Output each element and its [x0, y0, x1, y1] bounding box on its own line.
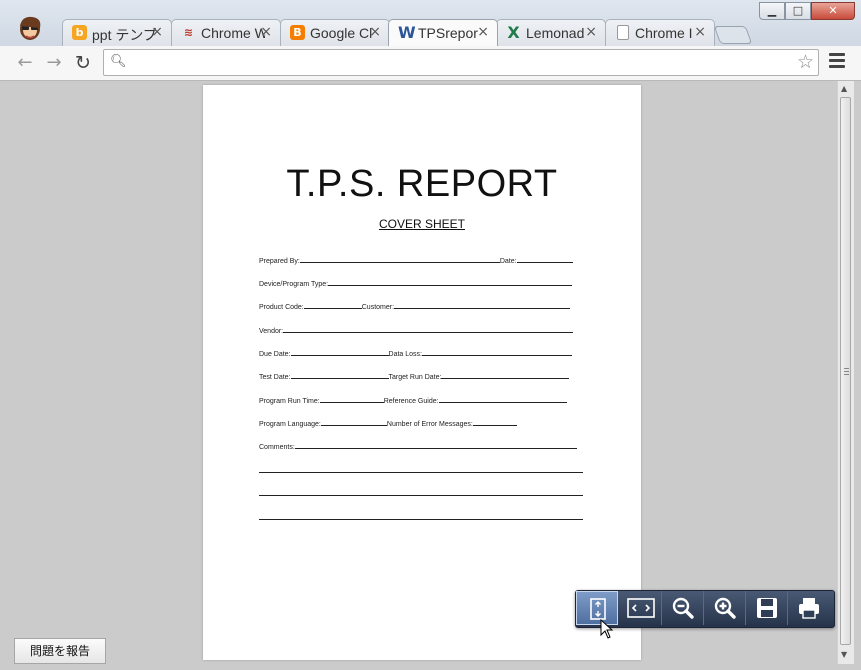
back-arrow-icon[interactable]: ← [14, 52, 36, 74]
document-title: T.P.S. REPORT [286, 163, 558, 205]
document-subtitle: COVER SHEET [378, 217, 465, 231]
menu-icon[interactable] [829, 53, 845, 71]
omnibox[interactable]: 🔍︎ ☆ [103, 49, 819, 76]
field-program-language: Program Language: Number of Error Message… [259, 418, 517, 428]
tab-ppt[interactable]: b ppt テンプ × [62, 19, 172, 46]
close-window-button[interactable]: ✕ [811, 2, 855, 20]
mouse-cursor-icon [600, 619, 614, 639]
close-tab-icon[interactable]: × [151, 24, 163, 40]
pdf-toolbar [575, 590, 835, 628]
blank-page-icon [617, 25, 629, 40]
vertical-scrollbar[interactable]: ▲ ▼ [837, 81, 854, 664]
fit-page-icon [590, 598, 606, 620]
blogger-b-icon: b [72, 25, 87, 40]
scroll-up-arrow-icon[interactable]: ▲ [841, 84, 847, 93]
print-button[interactable] [788, 591, 830, 625]
zoom-in-button[interactable] [704, 591, 746, 625]
blogger-icon: B [290, 25, 305, 40]
scrollbar-thumb[interactable] [840, 97, 851, 645]
tab-google-cl[interactable]: B Google Cl × [280, 19, 390, 46]
maximize-button[interactable]: □ [785, 2, 811, 20]
field-product-code: Product Code: Customer: [259, 301, 571, 311]
chrome-books-icon: ≋ [183, 26, 194, 39]
close-tab-icon[interactable]: × [477, 24, 489, 40]
bookmark-star-icon[interactable]: ☆ [797, 51, 814, 73]
reload-icon[interactable]: ↻ [72, 52, 94, 74]
print-icon [799, 598, 819, 619]
close-tab-icon[interactable]: × [585, 24, 597, 40]
save-icon [757, 598, 777, 618]
fit-width-button[interactable] [618, 591, 662, 625]
grip-icon [844, 368, 849, 377]
close-tab-icon[interactable]: × [694, 24, 706, 40]
close-tab-icon[interactable]: × [369, 24, 381, 40]
address-input[interactable] [132, 53, 786, 73]
new-tab-button[interactable] [713, 26, 753, 44]
field-test-date: Test Date: Target Run Date: [259, 371, 570, 381]
tab-tpsreport[interactable]: W TPSrepor × [388, 19, 498, 46]
fit-width-icon [627, 598, 655, 618]
zoom-out-button[interactable] [662, 591, 704, 625]
minimize-button[interactable]: ▁ [759, 2, 785, 20]
comment-line [259, 519, 583, 520]
field-comments: Comments: [259, 441, 577, 451]
close-tab-icon[interactable]: × [260, 24, 272, 40]
comment-line [259, 472, 583, 473]
zoom-out-icon [672, 597, 694, 619]
tab-strip: b ppt テンプ × ≋ Chrome W × B Google Cl × W… [0, 0, 861, 47]
zoom-in-icon [714, 597, 736, 619]
report-issue-button[interactable]: 問題を報告 [14, 638, 106, 664]
tab-lemonade[interactable]: X Lemonad × [496, 19, 606, 46]
document-page: T.P.S. REPORT COVER SHEET Prepared By: Da… [203, 85, 641, 660]
field-device-type: Device/Program Type: [259, 278, 573, 288]
save-button[interactable] [746, 591, 788, 625]
field-program-run-time: Program Run Time: Reference Guide: [259, 395, 567, 405]
field-due-date: Due Date: Data Loss: [259, 348, 572, 358]
scroll-down-arrow-icon[interactable]: ▼ [841, 650, 847, 659]
profile-avatar-icon[interactable] [14, 12, 46, 44]
tab-chrome-web[interactable]: ≋ Chrome W × [171, 19, 281, 46]
browser-toolbar: ← → ↻ 🔍︎ ☆ [0, 46, 861, 81]
comment-line [259, 495, 583, 496]
window-controls: ▁ □ ✕ [759, 2, 855, 22]
word-doc-icon: W [398, 23, 416, 42]
document-viewer: T.P.S. REPORT COVER SHEET Prepared By: Da… [8, 81, 837, 664]
tab-chrome-i[interactable]: Chrome I × [605, 19, 715, 46]
excel-sheet-icon: X [507, 23, 520, 42]
search-icon: 🔍︎ [110, 54, 127, 69]
field-prepared-by: Prepared By: Date: [259, 255, 573, 265]
field-vendor: Vendor: [259, 325, 574, 335]
forward-arrow-icon[interactable]: → [43, 52, 65, 74]
